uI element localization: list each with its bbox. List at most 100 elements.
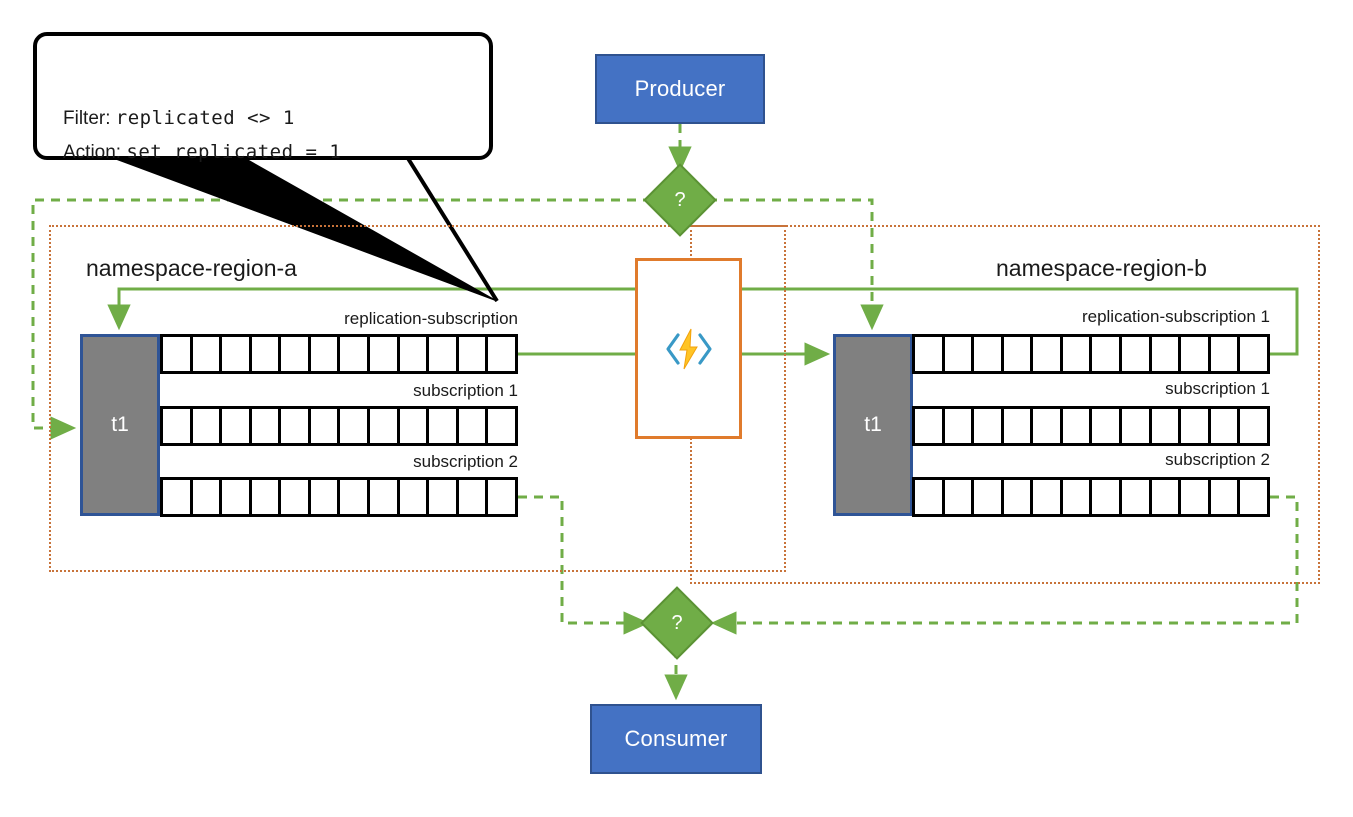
queue-cell: [222, 480, 252, 514]
queue-cell: [1151, 409, 1182, 443]
subscription-label-region-a-1: subscription 1: [413, 381, 518, 400]
namespace-region-a-title: namespace-region-a: [86, 255, 297, 281]
top-decision-label: ?: [674, 188, 686, 211]
queue-cell: [222, 337, 252, 371]
subscription-label-region-a-0: replication-subscription: [344, 309, 518, 328]
subscription-queue-region-a-1[interactable]: [160, 406, 518, 446]
queue-cell: [1210, 480, 1241, 514]
queue-cell: [974, 337, 1004, 371]
subscription-label-region-b-0: replication-subscription 1: [1081, 307, 1270, 326]
queue-cell: [370, 337, 400, 371]
queue-cell: [915, 337, 945, 371]
queue-cell: [1062, 480, 1093, 514]
subscription-queue-region-b-1[interactable]: [912, 406, 1270, 446]
queue-cell: [1151, 337, 1182, 371]
queue-cell: [1003, 409, 1034, 443]
queue-cell: [1122, 337, 1152, 371]
queue-cell: [192, 409, 223, 443]
bottom-routing-decision[interactable]: ?: [640, 586, 714, 660]
queue-cell: [1062, 409, 1093, 443]
queue-cell: [974, 480, 1004, 514]
queue-cell: [251, 337, 282, 371]
queue-cell: [1210, 409, 1241, 443]
queue-cell: [1151, 480, 1182, 514]
queue-cell: [1092, 480, 1123, 514]
queue-cell: [1240, 337, 1267, 371]
queue-cell: [281, 480, 311, 514]
queue-cell: [1033, 409, 1063, 443]
topic-region-a[interactable]: t1: [80, 334, 160, 516]
producer-label: Producer: [634, 76, 726, 101]
queue-cell: [340, 409, 371, 443]
queue-cell: [458, 337, 489, 371]
callout-line-action: Action: set replicated = 1: [63, 141, 341, 164]
subscription-label-region-a-2: subscription 2: [413, 452, 518, 471]
queue-cell: [399, 480, 430, 514]
queue-cell: [370, 480, 400, 514]
consumer-node[interactable]: Consumer: [590, 704, 762, 774]
consumer-label: Consumer: [624, 726, 728, 751]
queue-cell: [458, 409, 489, 443]
queue-cell: [1181, 337, 1211, 371]
queue-cell: [944, 480, 975, 514]
topic-region-b-label: t1: [864, 413, 882, 436]
namespace-region-b-title: namespace-region-b: [996, 255, 1207, 281]
queue-cell: [1181, 409, 1211, 443]
queue-cell: [370, 409, 400, 443]
queue-cell: [340, 480, 371, 514]
bottom-decision-label: ?: [671, 611, 683, 634]
queue-cell: [340, 337, 371, 371]
subscription-label-region-b-1: subscription 1: [1165, 379, 1270, 398]
queue-cell: [192, 480, 223, 514]
queue-cell: [944, 409, 975, 443]
queue-cell: [310, 337, 341, 371]
queue-cell: [163, 409, 193, 443]
queue-cell: [429, 409, 459, 443]
queue-cell: [1122, 480, 1152, 514]
queue-cell: [163, 480, 193, 514]
subscription-queue-region-a-0[interactable]: [160, 334, 518, 374]
callout-line-filter: Filter: replicated <> 1: [63, 107, 295, 130]
queue-cell: [1240, 480, 1267, 514]
producer-node[interactable]: Producer: [595, 54, 765, 124]
replication-function-node[interactable]: [635, 258, 742, 439]
subscription-queue-region-a-2[interactable]: [160, 477, 518, 517]
queue-cell: [192, 337, 223, 371]
topic-region-b[interactable]: t1: [833, 334, 913, 516]
queue-cell: [915, 480, 945, 514]
queue-cell: [1122, 409, 1152, 443]
queue-cell: [310, 480, 341, 514]
queue-cell: [281, 337, 311, 371]
callout-filter-key: Filter:: [63, 108, 111, 129]
topic-region-a-label: t1: [111, 413, 129, 436]
queue-cell: [1003, 337, 1034, 371]
top-routing-decision[interactable]: ?: [643, 163, 717, 237]
queue-cell: [488, 409, 515, 443]
subscription-queue-region-b-2[interactable]: [912, 477, 1270, 517]
queue-cell: [429, 480, 459, 514]
azure-function-lightning-icon: [665, 328, 712, 369]
queue-cell: [399, 337, 430, 371]
diagram-canvas: Filter: replicated <> 1 Action: set repl…: [0, 0, 1353, 817]
queue-cell: [488, 480, 515, 514]
queue-cell: [1062, 337, 1093, 371]
queue-cell: [1210, 337, 1241, 371]
queue-cell: [944, 337, 975, 371]
queue-cell: [399, 409, 430, 443]
replication-rule-callout: Filter: replicated <> 1 Action: set repl…: [33, 32, 493, 163]
queue-cell: [915, 409, 945, 443]
queue-cell: [1033, 480, 1063, 514]
queue-cell: [310, 409, 341, 443]
queue-cell: [1092, 409, 1123, 443]
subscription-label-region-b-2: subscription 2: [1165, 450, 1270, 469]
queue-cell: [1033, 337, 1063, 371]
queue-cell: [488, 337, 515, 371]
callout-action-key: Action:: [63, 142, 122, 163]
queue-cell: [222, 409, 252, 443]
queue-cell: [1092, 337, 1123, 371]
queue-cell: [281, 409, 311, 443]
queue-cell: [1181, 480, 1211, 514]
queue-cell: [1240, 409, 1267, 443]
callout-action-value: set replicated = 1: [126, 141, 342, 163]
subscription-queue-region-b-0[interactable]: [912, 334, 1270, 374]
